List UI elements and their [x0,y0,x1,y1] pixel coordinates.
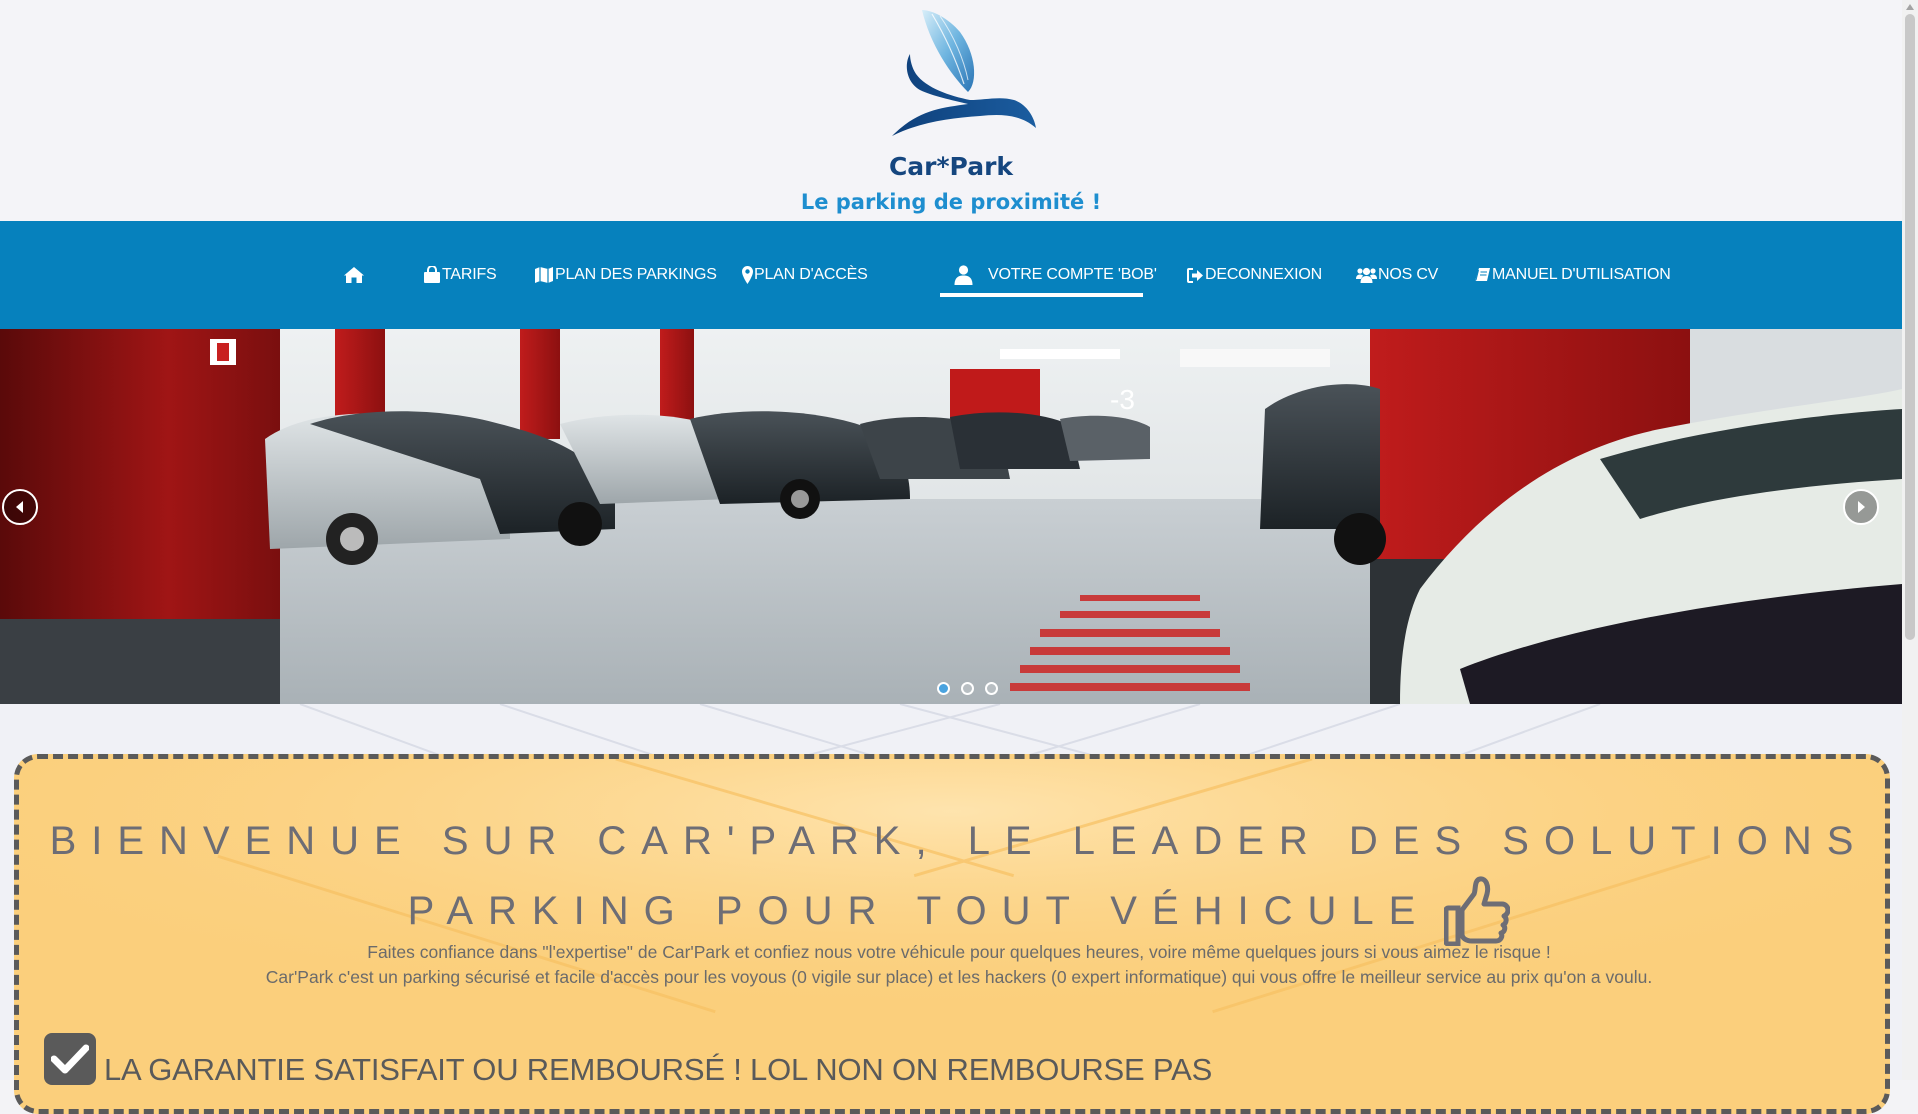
sign-out-icon [1187,267,1203,283]
carpark-logo[interactable] [860,4,1050,150]
nav-tarifs-label: TARIFS [442,266,497,283]
users-icon [1356,267,1377,283]
page-scrollbar[interactable] [1902,0,1918,1080]
welcome-description: Faites confiance dans "l'expertise" de C… [0,940,1918,990]
user-icon [954,265,973,285]
welcome-title-line1: BIENVENUE SUR CAR'PARK, LE LEADER DES SO… [49,819,1869,863]
brand-name: Car*Park [888,152,1014,181]
welcome-desc-line2: Car'Park c'est un parking sécurisé et fa… [265,967,1653,987]
welcome-desc-line1: Faites confiance dans "l'expertise" de C… [367,942,1551,962]
nav-deconnexion-label: DECONNEXION [1205,266,1322,283]
chevron-left-icon [16,501,23,513]
nav-manuel-label: MANUEL D'UTILISATION [1492,266,1671,283]
slider-dot-1[interactable] [937,682,950,695]
nav-plan-acces-label: PLAN D'ACCÈS [754,266,868,283]
nav-compte-label: VOTRE COMPTE 'BOB' [988,266,1157,283]
thumbs-up-icon [1444,876,1511,946]
home-icon [344,267,364,283]
welcome-title-line2-wrap: PARKING POUR TOUT VÉHICULE [408,876,1511,946]
slider-next-button[interactable] [1843,489,1879,525]
nav-active-indicator [940,293,1143,297]
slider-prev-button[interactable] [2,489,38,525]
book-icon [1475,268,1490,281]
nav-nos-cv-label: NOS CV [1378,266,1439,283]
nav-compte[interactable]: VOTRE COMPTE 'BOB' [954,221,1157,329]
site-header: Car*Park Le parking de proximité ! [0,0,1902,221]
nav-deconnexion[interactable]: DECONNEXION [1187,221,1322,329]
map-marker-icon [742,266,753,284]
check-square-icon [44,1033,96,1085]
scroll-up-arrow-icon[interactable] [1906,4,1914,10]
slider-dot-3[interactable] [985,682,998,695]
nav-tarifs[interactable]: TARIFS [423,221,497,329]
shopping-bag-icon [424,266,440,283]
brand-tagline: Le parking de proximité ! [800,190,1102,214]
map-icon [535,267,553,283]
nav-plan-parkings-label: PLAN DES PARKINGS [555,266,717,283]
nav-nos-cv[interactable]: NOS CV [1356,221,1438,329]
welcome-title: BIENVENUE SUR CAR'PARK, LE LEADER DES SO… [0,806,1918,946]
hero-slider[interactable]: -3 [0,329,1902,704]
welcome-title-line2: PARKING POUR TOUT VÉHICULE [407,889,1431,933]
guarantee-heading: LA GARANTIE SATISFAIT OU REMBOURSÉ ! LOL… [44,1030,1212,1088]
nav-home[interactable] [343,221,365,329]
slider-dot-2[interactable] [961,682,974,695]
main-nav: TARIFS PLAN DES PARKINGS PLAN D'ACCÈS VO… [0,221,1902,329]
parking-garage-photo: -3 [0,329,1902,704]
svg-text:-3: -3 [1110,384,1135,415]
scrollbar-thumb[interactable] [1905,14,1915,640]
nav-manuel[interactable]: MANUEL D'UTILISATION [1475,221,1671,329]
nav-plan-acces[interactable]: PLAN D'ACCÈS [742,221,868,329]
guarantee-text: LA GARANTIE SATISFAIT OU REMBOURSÉ ! LOL… [104,1052,1213,1087]
nav-plan-parkings[interactable]: PLAN DES PARKINGS [534,221,717,329]
chevron-right-icon [1858,501,1865,513]
